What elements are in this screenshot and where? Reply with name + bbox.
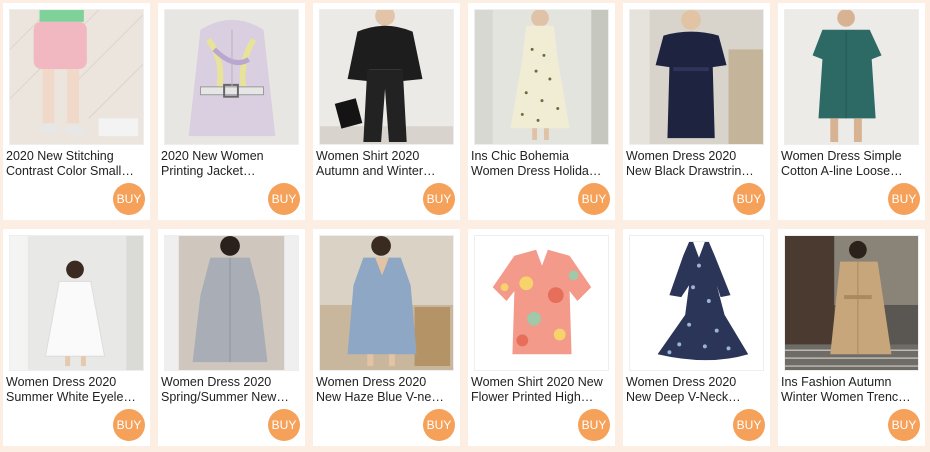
black-outfit-photo-icon	[320, 10, 453, 144]
product-image[interactable]	[474, 9, 609, 145]
product-title[interactable]: Ins Chic Bohemia Women Dress Holida…	[471, 149, 609, 179]
buy-button[interactable]: BUY	[888, 183, 920, 215]
product-image[interactable]	[9, 9, 144, 145]
product-title[interactable]: Women Shirt 2020 Autumn and Winter…	[316, 149, 454, 179]
pink-shorts-photo-icon	[10, 10, 143, 144]
product-title[interactable]: 2020 New Women Printing Jacket…	[161, 149, 299, 179]
product-image[interactable]	[319, 235, 454, 371]
cream-dress-photo-icon	[475, 10, 608, 144]
buy-button[interactable]: BUY	[733, 183, 765, 215]
buy-button[interactable]: BUY	[113, 409, 145, 441]
product-title[interactable]: Women Dress 2020 New Haze Blue V-ne…	[316, 375, 454, 405]
buy-button[interactable]: BUY	[578, 183, 610, 215]
buy-button[interactable]: BUY	[733, 409, 765, 441]
product-card[interactable]: Women Shirt 2020 Autumn and Winter… BUY	[313, 3, 460, 220]
buy-button[interactable]: BUY	[888, 409, 920, 441]
product-title[interactable]: 2020 New Stitching Contrast Color Small…	[6, 149, 144, 179]
product-card[interactable]: Women Dress 2020 Spring/Summer New… BUY	[158, 229, 305, 446]
product-title[interactable]: Women Dress Simple Cotton A-line Loose…	[781, 149, 919, 179]
product-image[interactable]	[474, 235, 609, 371]
product-image[interactable]	[9, 235, 144, 371]
floral-navy-dress-photo-icon	[630, 236, 763, 370]
product-card[interactable]: Ins Fashion Autumn Winter Women Trenc… B…	[778, 229, 925, 446]
product-title[interactable]: Women Dress 2020 Summer White Eyele…	[6, 375, 144, 405]
buy-button[interactable]: BUY	[423, 183, 455, 215]
product-card[interactable]: Women Dress Simple Cotton A-line Loose… …	[778, 3, 925, 220]
floral-shirt-photo-icon	[475, 236, 608, 370]
product-image[interactable]	[629, 9, 764, 145]
product-card[interactable]: 2020 New Women Printing Jacket… BUY	[158, 3, 305, 220]
navy-dress-photo-icon	[630, 10, 763, 144]
product-image[interactable]	[164, 235, 299, 371]
product-card[interactable]: Women Dress 2020 Summer White Eyele… BUY	[3, 229, 150, 446]
grey-shirt-dress-photo-icon	[165, 236, 298, 370]
product-title[interactable]: Women Shirt 2020 New Flower Printed High…	[471, 375, 609, 405]
product-image[interactable]	[629, 235, 764, 371]
buy-button[interactable]: BUY	[268, 183, 300, 215]
product-title[interactable]: Women Dress 2020 Spring/Summer New…	[161, 375, 299, 405]
trench-coat-photo-icon	[785, 236, 918, 370]
product-title[interactable]: Ins Fashion Autumn Winter Women Trenc…	[781, 375, 919, 405]
product-card[interactable]: Women Shirt 2020 New Flower Printed High…	[468, 229, 615, 446]
product-card[interactable]: Women Dress 2020 New Black Drawstrin… BU…	[623, 3, 770, 220]
buy-button[interactable]: BUY	[113, 183, 145, 215]
product-image[interactable]	[784, 9, 919, 145]
product-title[interactable]: Women Dress 2020 New Black Drawstrin…	[626, 149, 764, 179]
white-dress-photo-icon	[10, 236, 143, 370]
buy-button[interactable]: BUY	[423, 409, 455, 441]
product-title[interactable]: Women Dress 2020 New Deep V-Neck…	[626, 375, 764, 405]
product-card[interactable]: Women Dress 2020 New Haze Blue V-ne… BUY	[313, 229, 460, 446]
product-card[interactable]: Women Dress 2020 New Deep V-Neck… BUY	[623, 229, 770, 446]
product-grid: 2020 New Stitching Contrast Color Small……	[0, 0, 930, 452]
product-card[interactable]: 2020 New Stitching Contrast Color Small……	[3, 3, 150, 220]
product-card[interactable]: Ins Chic Bohemia Women Dress Holida… BUY	[468, 3, 615, 220]
product-image[interactable]	[784, 235, 919, 371]
teal-dress-photo-icon	[785, 10, 918, 144]
product-image[interactable]	[164, 9, 299, 145]
product-image[interactable]	[319, 9, 454, 145]
printed-jacket-photo-icon	[165, 10, 298, 144]
buy-button[interactable]: BUY	[268, 409, 300, 441]
buy-button[interactable]: BUY	[578, 409, 610, 441]
blue-dress-photo-icon	[320, 236, 453, 370]
